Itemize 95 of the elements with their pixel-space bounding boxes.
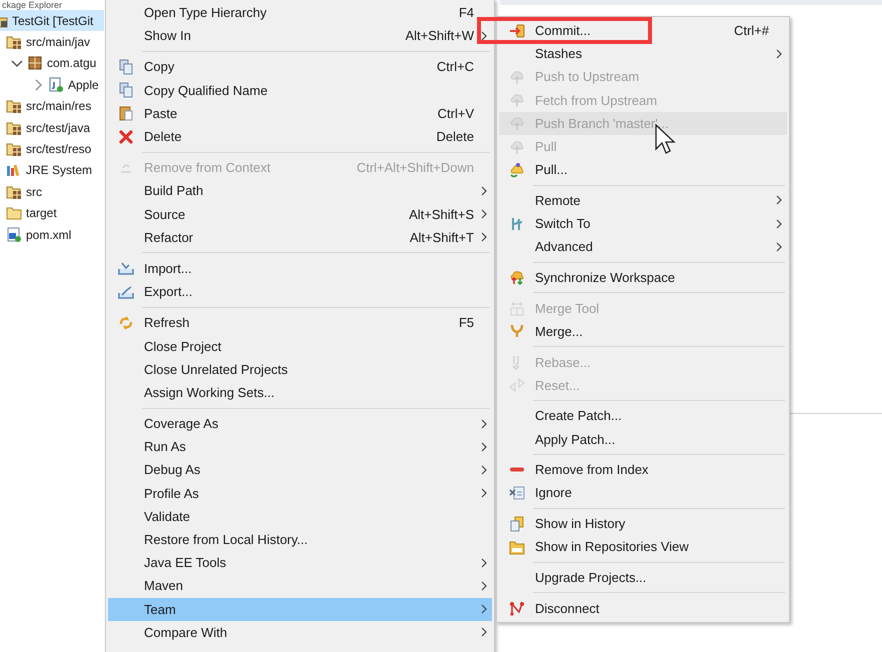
- shortcut-text: F4: [458, 5, 475, 20]
- shortcut-text: Alt+Shift+W: [404, 28, 475, 44]
- delete-icon: [118, 128, 134, 145]
- menu-item[interactable]: Build Path: [108, 179, 492, 202]
- books-icon: [6, 162, 22, 178]
- menu-item[interactable]: Upgrade Projects...: [499, 566, 787, 590]
- document-stack-icon: [509, 516, 525, 532]
- menu-item[interactable]: Merge...: [499, 320, 787, 343]
- menu-item[interactable]: Run As: [108, 435, 492, 458]
- menu-item[interactable]: Remove from Index: [499, 458, 787, 482]
- shortcut-text: Ctrl+#: [732, 23, 770, 38]
- tree-item[interactable]: src: [0, 181, 104, 203]
- tree-item[interactable]: target: [0, 202, 104, 224]
- menu-item[interactable]: Commit... Ctrl+#: [499, 19, 787, 42]
- menu-item[interactable]: Ignore: [499, 481, 787, 505]
- grid-icon: [509, 300, 525, 316]
- menu-item[interactable]: Maven: [108, 574, 492, 598]
- menu-item[interactable]: Show In Alt+Shift+W: [108, 24, 492, 48]
- java-file-icon: [48, 76, 64, 93]
- menu-item[interactable]: Remote: [499, 188, 787, 212]
- menu-item[interactable]: Apply Patch...: [499, 428, 787, 451]
- cloud-arrows-icon: [509, 269, 525, 286]
- package-folder-icon: [6, 120, 22, 136]
- package-icon: [27, 55, 43, 72]
- menu-item[interactable]: Synchronize Workspace: [499, 266, 787, 290]
- menu-item[interactable]: Open Type Hierarchy F4: [108, 1, 492, 24]
- pages-icon: [118, 58, 134, 75]
- tray-arrow-icon: [118, 284, 134, 300]
- minus-icon: [509, 467, 525, 472]
- shortcut-text: Alt+Shift+T: [408, 230, 475, 245]
- tree-item[interactable]: src/main/jav: [0, 31, 104, 53]
- menu-item[interactable]: Copy Qualified Name: [108, 78, 492, 102]
- folder-icon: [509, 538, 525, 555]
- tree-item[interactable]: TestGit [TestGit: [0, 10, 104, 32]
- tree-item[interactable]: pom.xml: [0, 224, 104, 246]
- menu-item[interactable]: Validate: [108, 504, 492, 528]
- disconnect-icon: [509, 600, 525, 616]
- menu-item[interactable]: Assign Working Sets...: [108, 380, 492, 404]
- shortcut-text: Ctrl+Alt+Shift+Down: [356, 160, 475, 176]
- tree-item[interactable]: com.atgu: [0, 52, 104, 74]
- menu-item[interactable]: Create Patch...: [499, 404, 787, 428]
- menu-item[interactable]: Compare With: [108, 620, 492, 644]
- cloud-arrow-icon: [509, 138, 525, 155]
- menu-item[interactable]: Profile As: [108, 482, 492, 505]
- menu-item[interactable]: Source Alt+Shift+S: [108, 202, 492, 226]
- package-folder-icon: [6, 184, 22, 200]
- menu-item[interactable]: Team: [108, 598, 492, 621]
- folder-icon: [6, 205, 22, 222]
- menu-item[interactable]: Restore from Local History...: [108, 528, 492, 552]
- menu-item[interactable]: Refactor Alt+Shift+T: [108, 226, 492, 249]
- arrow-into-box-icon: [509, 22, 525, 39]
- menu-item[interactable]: Paste Ctrl+V: [108, 102, 492, 125]
- menu-item[interactable]: Advanced: [499, 235, 787, 258]
- refresh-icon: [118, 314, 134, 331]
- package-folder-icon: [6, 34, 22, 50]
- menu-item[interactable]: Coverage As: [108, 412, 492, 436]
- menu-item[interactable]: Show in Repositories View: [499, 535, 787, 558]
- menu-item[interactable]: Show in History: [499, 512, 787, 536]
- double-arrow-icon: [509, 377, 525, 394]
- menu-item[interactable]: Delete Delete: [108, 124, 492, 148]
- menu-item[interactable]: Refresh F5: [108, 311, 492, 334]
- tree-item[interactable]: src/main/res: [0, 96, 104, 117]
- shortcut-text: Delete: [435, 129, 475, 144]
- cloud-arrow-icon: [509, 115, 525, 132]
- cloud-arrow-icon: [509, 68, 525, 85]
- menu-item[interactable]: Debug As: [108, 458, 492, 482]
- shortcut-text: Ctrl+V: [436, 106, 475, 121]
- tree-item[interactable]: JRE System: [0, 160, 104, 182]
- package-folder-icon: [6, 141, 22, 158]
- pages-icon: [118, 82, 134, 98]
- menu-item[interactable]: Import...: [108, 256, 492, 280]
- shortcut-text: Alt+Shift+S: [408, 206, 475, 222]
- menu-item[interactable]: Close Unrelated Projects: [108, 358, 492, 381]
- merge-icon: [509, 323, 525, 340]
- menu-item[interactable]: Close Project: [108, 334, 492, 358]
- package-folder-icon: [6, 98, 22, 114]
- menu-item[interactable]: Pull...: [499, 158, 787, 182]
- menu-item[interactable]: Switch To: [499, 212, 787, 236]
- xml-file-icon: [6, 226, 22, 243]
- cloud-arrow-icon: [509, 92, 525, 108]
- tree-item[interactable]: Apple: [0, 74, 104, 96]
- menu-item[interactable]: Export...: [108, 280, 492, 304]
- menu-item[interactable]: Copy Ctrl+C: [108, 55, 492, 79]
- shortcut-text: F5: [458, 315, 475, 330]
- shortcut-text: Ctrl+C: [436, 59, 475, 74]
- menu-item[interactable]: Disconnect: [499, 596, 787, 620]
- tree-item[interactable]: src/test/reso: [0, 138, 104, 160]
- tree-item[interactable]: src/test/java: [0, 116, 104, 138]
- branches-icon: [509, 216, 525, 232]
- tray-arrow-icon: [118, 260, 134, 276]
- file-x-icon: [509, 484, 525, 501]
- menu-item[interactable]: Java EE Tools: [108, 551, 492, 574]
- menu-item[interactable]: Stashes: [499, 42, 787, 66]
- view-title: ckage Explorer: [1, 0, 64, 10]
- clipboard-icon: [118, 105, 134, 122]
